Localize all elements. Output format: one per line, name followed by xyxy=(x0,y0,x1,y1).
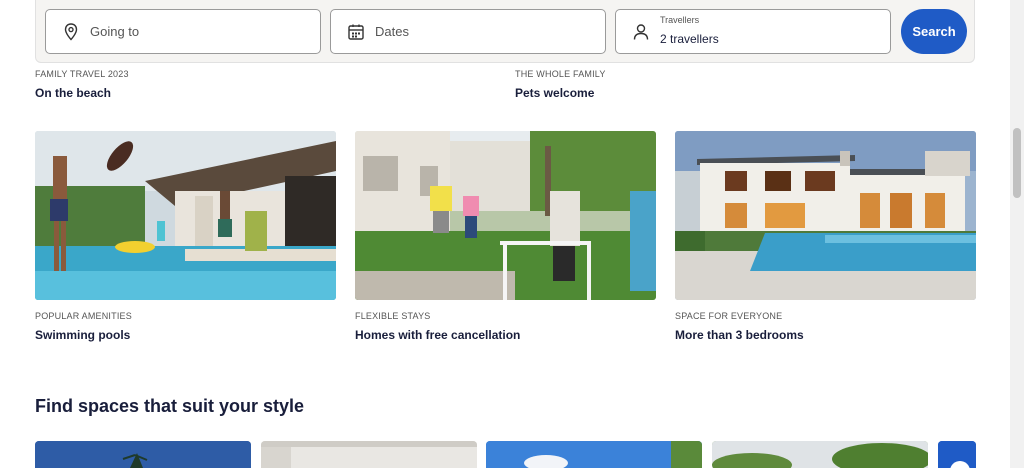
person-icon xyxy=(631,22,651,42)
family-pool-photo[interactable] xyxy=(35,131,336,300)
destination-placeholder: Going to xyxy=(90,24,140,39)
villa-pool-photo[interactable] xyxy=(675,131,976,300)
card-eyebrow: POPULAR AMENITIES xyxy=(35,311,132,321)
scrollbar-thumb[interactable] xyxy=(1013,128,1021,198)
card-title-link[interactable]: Swimming pools xyxy=(35,328,130,342)
style-thumbnail[interactable] xyxy=(486,441,702,468)
style-thumbnail[interactable] xyxy=(35,441,251,468)
dates-field[interactable]: Dates xyxy=(330,9,606,54)
travellers-field[interactable]: Travellers 2 travellers xyxy=(615,9,891,54)
travellers-value: 2 travellers xyxy=(660,32,719,46)
destination-field[interactable]: Going to xyxy=(45,9,321,54)
search-bar: Going to Dates Travellers 2 travellers S… xyxy=(35,0,975,63)
location-pin-icon xyxy=(61,22,81,42)
card-eyebrow: SPACE FOR EVERYONE xyxy=(675,311,783,321)
style-thumbnail[interactable] xyxy=(261,441,477,468)
card-title-link[interactable]: Homes with free cancellation xyxy=(355,328,520,342)
card-title-link[interactable]: Pets welcome xyxy=(515,86,594,100)
calendar-icon xyxy=(346,22,366,42)
style-thumbnail[interactable] xyxy=(938,441,976,468)
search-button[interactable]: Search xyxy=(901,9,967,54)
page-scrollbar[interactable] xyxy=(1010,0,1024,468)
card-title-link[interactable]: On the beach xyxy=(35,86,111,100)
card-eyebrow: FLEXIBLE STAYS xyxy=(355,311,431,321)
dates-placeholder: Dates xyxy=(375,24,409,39)
style-thumbnail[interactable] xyxy=(712,441,928,468)
card-eyebrow: THE WHOLE FAMILY xyxy=(515,69,606,79)
travellers-label: Travellers xyxy=(660,15,700,25)
family-backyard-photo[interactable] xyxy=(355,131,656,300)
card-eyebrow: FAMILY TRAVEL 2023 xyxy=(35,69,129,79)
section-title: Find spaces that suit your style xyxy=(35,396,305,416)
card-title-link[interactable]: More than 3 bedrooms xyxy=(675,328,804,342)
